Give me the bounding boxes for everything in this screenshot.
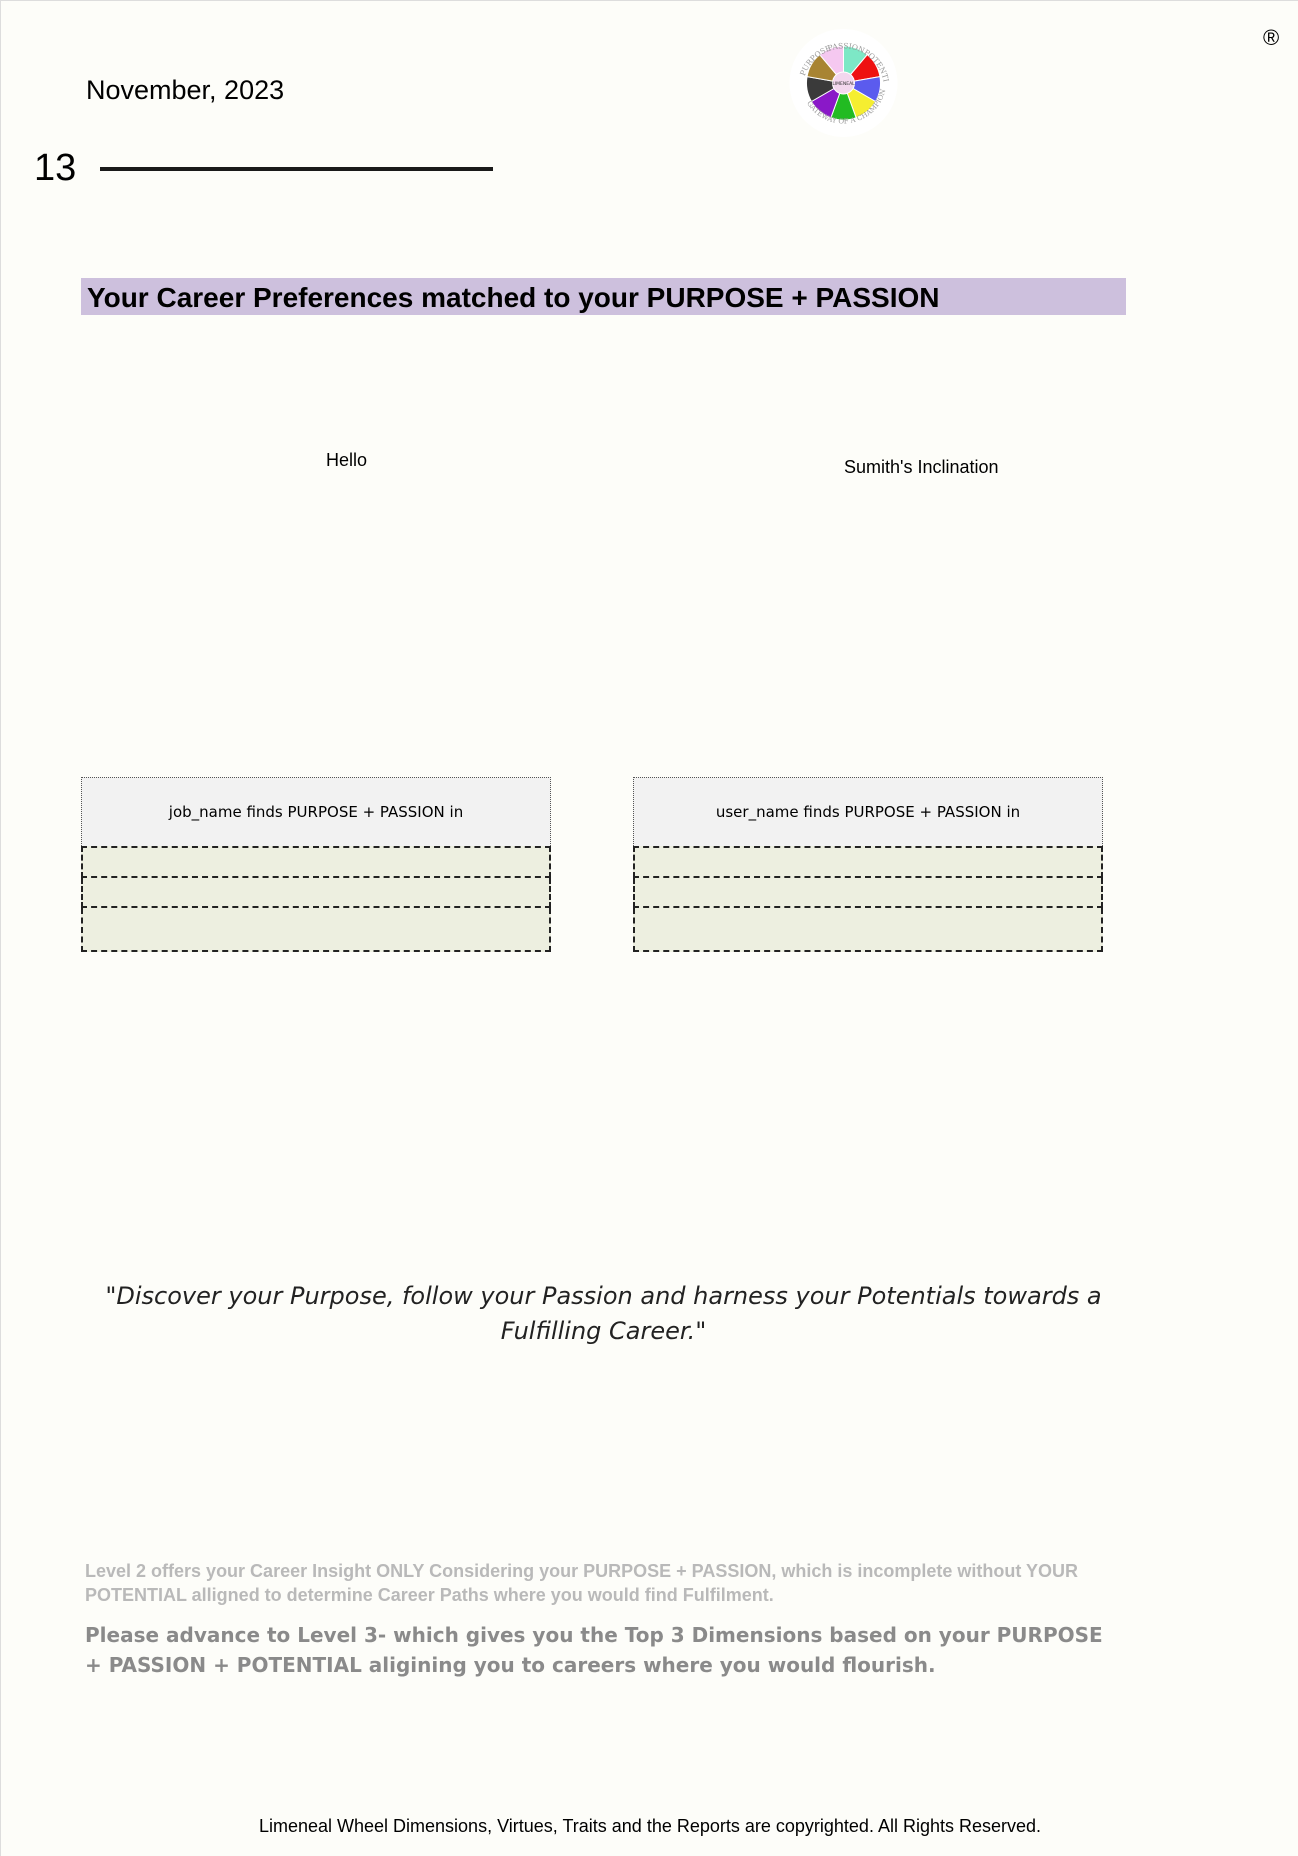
table-row (81, 908, 551, 952)
motto-quote: "Discover your Purpose, follow your Pass… (105, 1282, 1102, 1345)
page-number: 13 (34, 147, 77, 189)
limeneal-wheel-logo: LIMENEAL PURPOSE PASSION POTENTIAL GATEW… (781, 23, 898, 137)
right-chart-label: Sumith's Inclination (844, 457, 999, 477)
table-row (633, 878, 1103, 908)
copyright-footer: Limeneal Wheel Dimensions, Virtues, Trai… (258, 1816, 1042, 1836)
job-purpose-table: job_name finds PURPOSE + PASSION in (81, 777, 551, 952)
table-row (81, 846, 551, 878)
user-purpose-table: user_name finds PURPOSE + PASSION in (633, 777, 1103, 952)
report-date: November, 2023 (86, 75, 285, 105)
user-purpose-table-header: user_name finds PURPOSE + PASSION in (633, 777, 1103, 846)
header-rule (100, 167, 493, 171)
left-chart-label: Hello (326, 450, 368, 470)
job-purpose-table-header: job_name finds PURPOSE + PASSION in (81, 777, 551, 846)
section-title-banner: Your Career Preferences matched to your … (81, 278, 1126, 315)
table-row (633, 846, 1103, 878)
table-row (81, 878, 551, 908)
logo-center-text: LIMENEAL (832, 81, 855, 87)
level-2-note: Level 2 offers your Career Insight ONLY … (85, 1561, 1079, 1605)
section-title: Your Career Preferences matched to your … (87, 282, 940, 313)
report-page: November, 2023 ® 13 LIMENEAL PURPOSE PAS… (0, 0, 1298, 1856)
registered-mark: ® (1263, 25, 1280, 50)
level-3-note: Please advance to Level 3- which gives y… (85, 1623, 1103, 1677)
table-row (633, 908, 1103, 952)
